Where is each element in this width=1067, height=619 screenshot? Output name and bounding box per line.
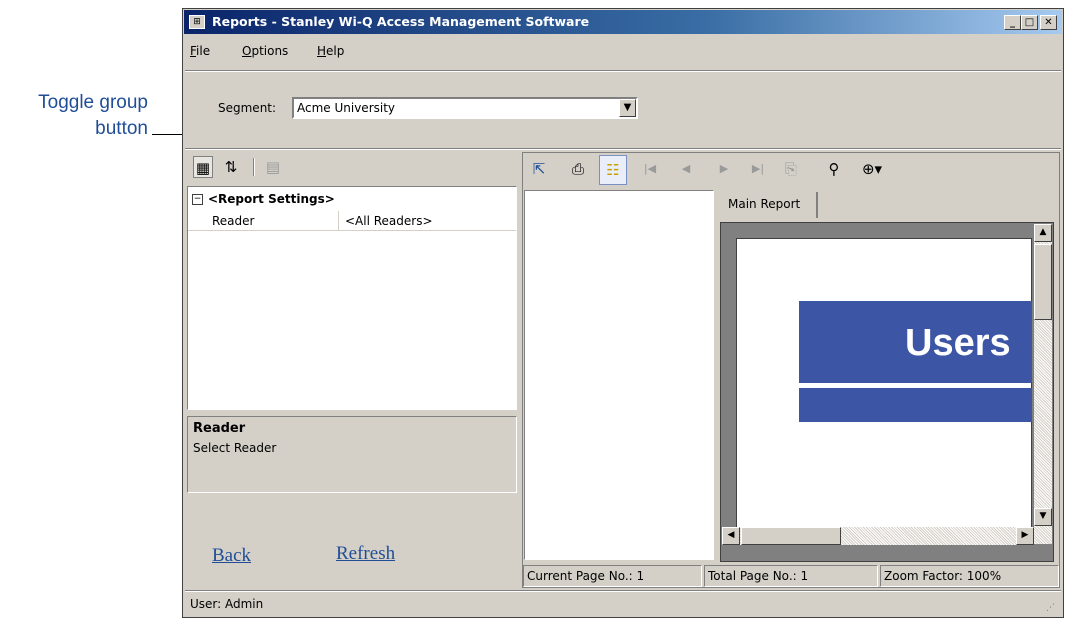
- close-button[interactable]: ✕: [1040, 15, 1057, 30]
- property-category[interactable]: − <Report Settings>: [192, 189, 512, 209]
- menu-file[interactable]: File: [190, 44, 210, 58]
- zoom-factor-status: Zoom Factor: 100%: [880, 565, 1059, 587]
- next-page-icon: ▶: [719, 162, 729, 175]
- menu-options[interactable]: Options: [242, 44, 288, 58]
- segment-combobox[interactable]: Acme University: [292, 97, 638, 119]
- segment-dropdown-button[interactable]: ▼: [619, 99, 636, 117]
- previous-page-icon: ◀: [681, 162, 691, 175]
- tab-main-report-label: Main Report: [728, 197, 801, 211]
- segment-separator: [185, 148, 1061, 150]
- vertical-scroll-thumb[interactable]: [1034, 244, 1052, 320]
- scroll-right-button[interactable]: ▶: [1016, 527, 1034, 545]
- zoom-icon[interactable]: ⊕▾: [857, 158, 887, 182]
- property-name: Reader: [212, 214, 255, 228]
- export-icon[interactable]: ⇱: [528, 158, 550, 182]
- tab-main-report[interactable]: Main Report: [714, 192, 818, 218]
- refresh-link[interactable]: Refresh: [336, 543, 395, 565]
- print-icon[interactable]: ⎙: [566, 158, 590, 182]
- current-page-status: Current Page No.: 1: [523, 565, 702, 587]
- property-divider: [338, 211, 339, 231]
- total-page-status: Total Page No.: 1: [704, 565, 878, 587]
- user-status: User: Admin: [190, 597, 264, 611]
- group-tree-pane[interactable]: [524, 190, 714, 560]
- callout-line-2: button: [95, 118, 148, 139]
- categorized-view-icon[interactable]: ▦: [193, 156, 213, 178]
- sort-alphabetical-icon[interactable]: ⇅: [220, 156, 242, 178]
- toolbar-separator: [253, 158, 255, 176]
- first-page-icon: |◀: [643, 162, 657, 175]
- menu-help[interactable]: Help: [317, 44, 344, 58]
- last-page-icon: ▶|: [751, 162, 765, 175]
- segment-value: Acme University: [297, 101, 396, 115]
- toggle-group-tree-button[interactable]: ☷: [599, 155, 627, 185]
- scroll-down-button[interactable]: ▼: [1034, 508, 1052, 526]
- scroll-up-button[interactable]: ▲: [1034, 224, 1052, 242]
- maximize-button[interactable]: □: [1021, 15, 1038, 30]
- app-icon[interactable]: ⊞: [189, 15, 205, 29]
- help-text: Select Reader: [193, 441, 277, 455]
- segment-label: Segment:: [218, 101, 277, 115]
- collapse-icon[interactable]: −: [192, 194, 203, 205]
- minimize-button[interactable]: _: [1004, 15, 1021, 30]
- statusbar-separator: [185, 590, 1061, 592]
- report-banner-title: Users: [905, 322, 1011, 364]
- scroll-left-button[interactable]: ◀: [722, 527, 740, 545]
- search-icon[interactable]: ⚲: [822, 158, 846, 182]
- report-banner-bar: [799, 388, 1032, 422]
- category-title: <Report Settings>: [208, 192, 335, 206]
- menu-bar: File Options Help: [190, 44, 490, 64]
- resize-grip-icon[interactable]: ⋰: [1046, 603, 1058, 615]
- property-pages-icon: ▤: [265, 158, 281, 176]
- callout-line-1: Toggle group: [38, 92, 148, 113]
- property-row-reader[interactable]: Reader <All Readers>: [188, 211, 516, 231]
- go-to-page-icon: ⎘: [784, 160, 797, 178]
- menu-separator: [185, 70, 1061, 72]
- help-title: Reader: [193, 421, 246, 436]
- property-value[interactable]: <All Readers>: [345, 211, 433, 231]
- back-link[interactable]: Back: [212, 545, 251, 567]
- horizontal-scroll-thumb[interactable]: [741, 527, 841, 545]
- callout-label: Toggle group button: [20, 90, 148, 142]
- window-title: Reports - Stanley Wi-Q Access Management…: [212, 14, 590, 29]
